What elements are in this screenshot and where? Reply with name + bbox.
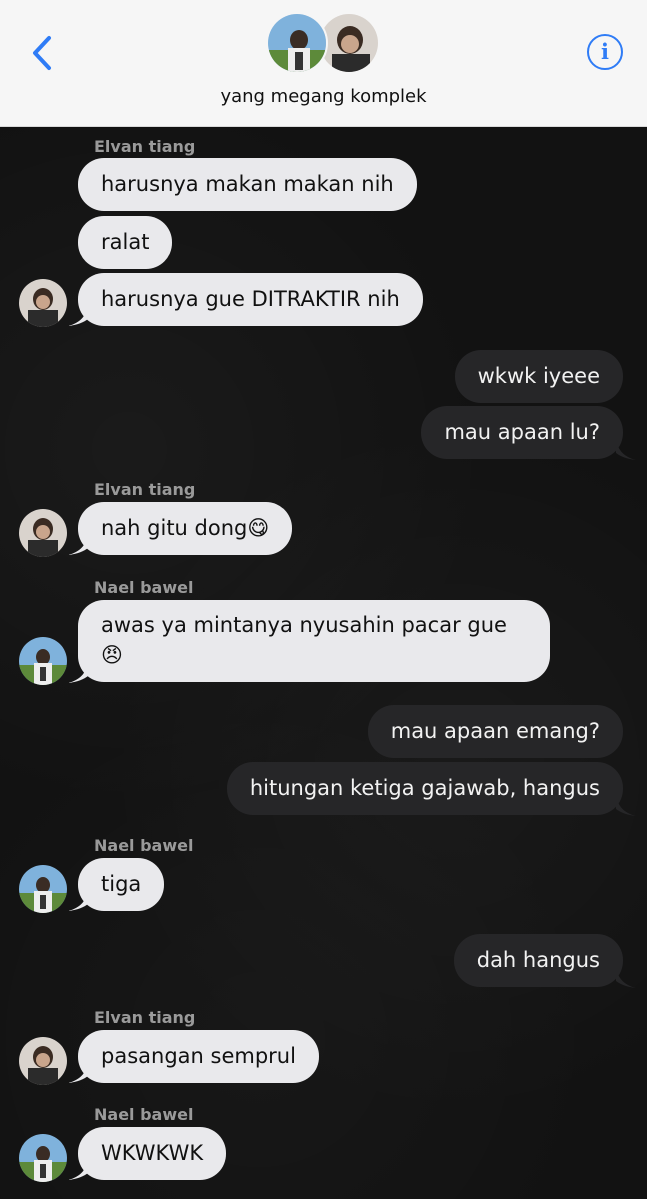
bubble-tail — [68, 1063, 88, 1083]
back-button[interactable] — [26, 32, 58, 74]
sender-name: Nael bawel — [94, 578, 194, 597]
message-outgoing[interactable]: hitungan ketiga gajawab, hangus — [226, 762, 623, 815]
message-outgoing[interactable]: mau apaan lu? — [421, 406, 623, 459]
sender-name: Elvan tiang — [94, 1008, 196, 1027]
sender-name: Elvan tiang — [94, 137, 196, 156]
message-outgoing[interactable]: wkwk iyeee — [454, 350, 623, 403]
avatar-elvan[interactable] — [19, 1037, 67, 1085]
message-incoming[interactable]: awas ya mintanya nyusahin pacar gue 😠 — [78, 600, 550, 682]
message-incoming[interactable]: ralat — [78, 216, 173, 269]
bubble-tail — [616, 796, 636, 816]
message-outgoing[interactable]: dah hangus — [453, 934, 623, 987]
bubble-tail — [68, 891, 88, 911]
bubble-tail — [68, 306, 88, 326]
message-incoming[interactable]: WKWKWK — [78, 1127, 227, 1180]
group-avatar[interactable] — [266, 12, 382, 76]
info-icon[interactable]: i — [587, 34, 623, 70]
group-name[interactable]: yang megang komplek — [0, 86, 647, 107]
chat-header: yang megang komplek i — [0, 0, 647, 127]
avatar-nael[interactable] — [19, 637, 67, 685]
avatar-nael[interactable] — [19, 1134, 67, 1182]
message-incoming[interactable]: nah gitu dong😋 — [78, 502, 293, 555]
bubble-tail — [68, 535, 88, 555]
message-incoming[interactable]: pasangan semprul — [78, 1030, 319, 1083]
message-incoming[interactable]: harusnya makan makan nih — [78, 158, 417, 211]
message-outgoing[interactable]: mau apaan emang? — [367, 705, 623, 758]
bubble-tail — [616, 440, 636, 460]
sender-name: Nael bawel — [94, 836, 194, 855]
message-incoming[interactable]: harusnya gue DITRAKTIR nih — [78, 273, 423, 326]
sender-name: Elvan tiang — [94, 480, 196, 499]
avatar-nael — [266, 12, 328, 74]
chevron-left-icon — [33, 36, 51, 70]
avatar-elvan[interactable] — [19, 509, 67, 557]
bubble-tail — [68, 663, 88, 683]
avatar-nael[interactable] — [19, 865, 67, 913]
sender-name: Nael bawel — [94, 1105, 194, 1124]
bubble-tail — [616, 968, 636, 988]
message-incoming[interactable]: tiga — [78, 858, 165, 911]
bubble-tail — [68, 1160, 88, 1180]
avatar-elvan[interactable] — [19, 279, 67, 327]
